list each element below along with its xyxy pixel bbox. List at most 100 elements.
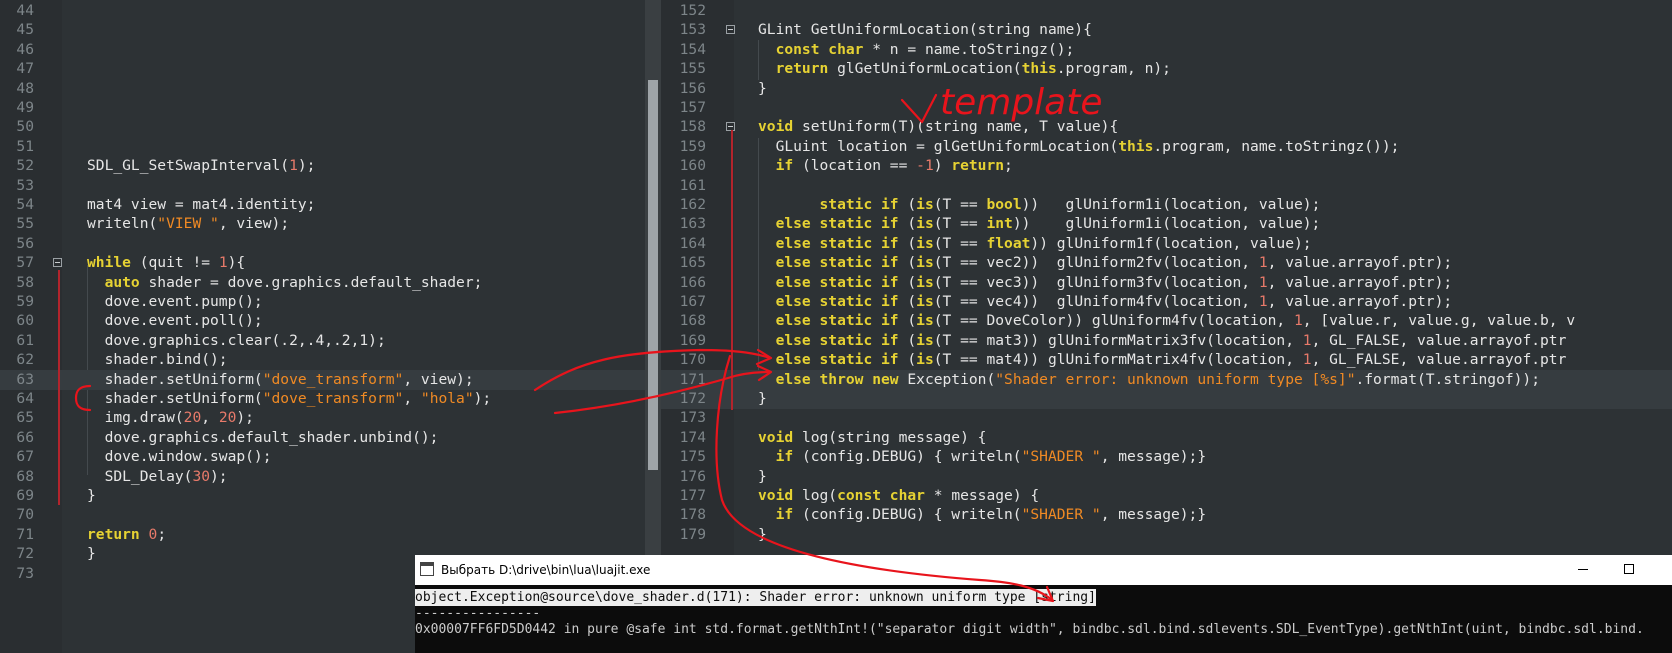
- code-line[interactable]: 64 shader.setUniform("dove_transform", "…: [0, 389, 645, 409]
- code-token: 1: [218, 254, 228, 272]
- code-line[interactable]: 62 shader.bind();: [0, 350, 645, 370]
- line-number: 65: [16, 409, 34, 427]
- code-line[interactable]: 174 void log(string message) {: [661, 428, 1672, 448]
- line-number: 54: [16, 196, 34, 213]
- code-token: (: [898, 312, 917, 330]
- code-line[interactable]: 170 else static if (is(T == mat4)) glUni…: [661, 350, 1672, 370]
- code-line[interactable]: 50: [0, 117, 645, 137]
- line-number: 158: [679, 118, 706, 136]
- code-line[interactable]: 169 else static if (is(T == mat3)) glUni…: [661, 331, 1672, 351]
- code-line[interactable]: 165 else static if (is(T == vec2)) glUni…: [661, 253, 1672, 273]
- code-line[interactable]: 179}: [661, 525, 1672, 545]
- code-text: if (location == -1) return;: [758, 156, 1013, 176]
- line-number: 157: [679, 99, 706, 116]
- code-line[interactable]: 164 else static if (is(T == float)) glUn…: [661, 234, 1672, 254]
- code-line[interactable]: 154 const char * n = name.toStringz();: [661, 40, 1672, 60]
- code-line[interactable]: 57 while (quit != 1){: [0, 253, 645, 273]
- code-line[interactable]: 54 mat4 view = mat4.identity;: [0, 195, 645, 215]
- code-line[interactable]: 70: [0, 505, 645, 525]
- code-token: (: [898, 293, 917, 310]
- code-line[interactable]: 176}: [661, 467, 1672, 487]
- fold-toggle-icon[interactable]: [53, 258, 62, 268]
- line-number: 170: [679, 351, 706, 369]
- code-token: (T == DoveColor)) glUniform4fv(location,: [933, 312, 1294, 330]
- code-line[interactable]: 53: [0, 176, 645, 196]
- left-scrollbar-thumb[interactable]: [648, 80, 658, 470]
- code-line[interactable]: 66 dove.graphics.default_shader.unbind()…: [0, 428, 645, 448]
- code-line[interactable]: 56: [0, 234, 645, 254]
- code-token: ): [933, 157, 952, 175]
- code-line[interactable]: 51: [0, 137, 645, 157]
- code-line[interactable]: 168 else static if (is(T == DoveColor)) …: [661, 311, 1672, 331]
- code-line[interactable]: 166 else static if (is(T == vec3)) glUni…: [661, 273, 1672, 293]
- code-token: "Shader error: unknown uniform type [%s]…: [995, 370, 1356, 388]
- code-line[interactable]: 52 SDL_GL_SetSwapInterval(1);: [0, 156, 645, 176]
- code-token: , GL_FALSE, value.arrayof.ptr: [1311, 331, 1567, 349]
- code-line[interactable]: 162 static if (is(T == bool)) glUniform1…: [661, 195, 1672, 215]
- code-line[interactable]: 173: [661, 408, 1672, 428]
- code-line[interactable]: 65 img.draw(20, 20);: [0, 408, 645, 428]
- code-line[interactable]: 58 auto shader = dove.graphics.default_s…: [0, 273, 645, 293]
- code-token: (location ==: [793, 157, 917, 175]
- code-line[interactable]: 71 return 0;: [0, 525, 645, 545]
- code-line[interactable]: 161: [661, 176, 1672, 196]
- code-line[interactable]: 59 dove.event.pump();: [0, 292, 645, 312]
- code-line[interactable]: 177 void log(const char * message) {: [661, 486, 1672, 506]
- code-line[interactable]: 172}: [661, 389, 1672, 409]
- line-number: 169: [679, 331, 706, 349]
- code-token: * n = name.toStringz();: [863, 40, 1075, 58]
- code-line[interactable]: 61 dove.graphics.clear(.2,.4,.2,1);: [0, 331, 645, 351]
- code-text: const char * n = name.toStringz();: [758, 40, 1075, 60]
- code-line[interactable]: 158 void setUniform(T)(string name, T val…: [661, 117, 1672, 137]
- console-titlebar[interactable]: Выбрать D:\drive\bin\lua\luajit.exe: [415, 555, 1672, 585]
- code-line[interactable]: 171 else throw new Exception("Shader err…: [661, 369, 1672, 390]
- code-line[interactable]: 153 GLint GetUniformLocation(string name)…: [661, 20, 1672, 40]
- code-line[interactable]: 159 GLuint location = glGetUniformLocati…: [661, 137, 1672, 157]
- code-line[interactable]: 45: [0, 20, 645, 40]
- code-token: dove.graphics.default_shader.unbind();: [87, 428, 439, 446]
- code-line[interactable]: 175 if (config.DEBUG) { writeln("SHADER …: [661, 447, 1672, 467]
- code-token: , view);: [218, 215, 290, 233]
- line-number: 153: [679, 21, 706, 39]
- fold-toggle-icon[interactable]: [726, 25, 735, 35]
- code-line[interactable]: 152: [661, 1, 1672, 21]
- code-token: "dove_transform": [262, 390, 404, 407]
- line-number: 71: [16, 525, 34, 543]
- code-line[interactable]: 47: [0, 59, 645, 79]
- code-line[interactable]: 60 dove.event.poll();: [0, 311, 645, 331]
- code-line[interactable]: 67 dove.window.swap();: [0, 447, 645, 467]
- maximize-icon[interactable]: [1624, 564, 1634, 574]
- code-line[interactable]: 48: [0, 79, 645, 99]
- code-token: else static if: [775, 254, 899, 272]
- line-number: 64: [16, 390, 34, 407]
- code-token: else static if: [775, 234, 899, 252]
- code-token: (T == vec3)) glUniform3fv(location,: [933, 273, 1259, 291]
- code-line[interactable]: 178 if (config.DEBUG) { writeln("SHADER …: [661, 505, 1672, 525]
- code-line[interactable]: 167 else static if (is(T == vec4)) glUni…: [661, 292, 1672, 312]
- code-token: (: [898, 215, 917, 233]
- code-line[interactable]: 55 writeln("VIEW ", view);: [0, 214, 645, 234]
- line-number: 152: [679, 2, 706, 19]
- code-line[interactable]: 156}: [661, 79, 1672, 99]
- code-line[interactable]: 46: [0, 40, 645, 60]
- code-line[interactable]: 44: [0, 1, 645, 21]
- code-line[interactable]: 155 return glGetUniformLocation(this.pro…: [661, 59, 1672, 79]
- minimize-icon[interactable]: [1578, 569, 1588, 570]
- code-token: this: [1118, 137, 1154, 155]
- code-line[interactable]: 68 SDL_Delay(30);: [0, 467, 645, 487]
- code-line[interactable]: 160 if (location == -1) return;: [661, 156, 1672, 176]
- code-token: }: [758, 79, 767, 97]
- code-line[interactable]: 49: [0, 98, 645, 118]
- code-line[interactable]: 157: [661, 98, 1672, 118]
- code-text: dove.graphics.clear(.2,.4,.2,1);: [87, 331, 386, 351]
- line-number: 161: [679, 176, 706, 194]
- code-token: (quit !=: [130, 254, 219, 272]
- code-line[interactable]: 69}: [0, 486, 645, 506]
- code-line[interactable]: 163 else static if (is(T == int)) glUnif…: [661, 214, 1672, 234]
- code-line[interactable]: 63 shader.setUniform("dove_transform", v…: [0, 369, 645, 390]
- code-token: glGetUniformLocation(: [828, 60, 1022, 78]
- line-number: 173: [679, 409, 706, 427]
- console-window[interactable]: Выбрать D:\drive\bin\lua\luajit.exe obje…: [415, 555, 1672, 653]
- code-text: return 0;: [87, 525, 166, 545]
